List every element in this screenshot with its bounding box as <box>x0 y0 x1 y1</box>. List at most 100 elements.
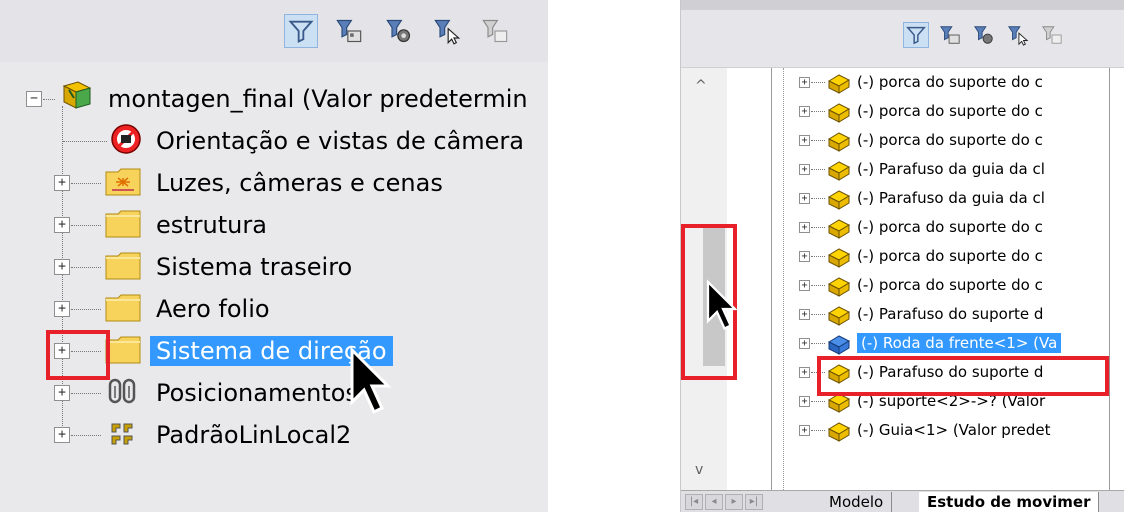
tree-item-label: Orientação e vistas de câmera <box>156 127 525 155</box>
tree-item-label: (-) porca do suporte do c <box>857 276 1043 294</box>
linear-pattern-icon <box>111 423 133 445</box>
expand-toggle[interactable]: + <box>54 217 70 233</box>
expand-toggle[interactable]: + <box>54 301 70 317</box>
expand-toggle[interactable]: + <box>799 367 810 378</box>
filter-toolbar <box>681 0 1124 68</box>
filter-hide-components-icon[interactable] <box>332 14 366 48</box>
part-icon <box>827 103 851 123</box>
filter-options-icon[interactable] <box>1039 22 1065 48</box>
tree-item-label: Luzes, câmeras e cenas <box>156 169 443 197</box>
collapse-toggle[interactable]: − <box>26 91 42 107</box>
part-icon <box>827 132 851 152</box>
part-icon <box>827 161 851 181</box>
filter-selection-icon[interactable] <box>1005 22 1031 48</box>
tab-modelo[interactable]: Modelo <box>821 492 893 512</box>
tree-item-label: (-) porca do suporte do c <box>857 247 1043 265</box>
tab-prev-icon[interactable]: ◂ <box>705 494 723 510</box>
expand-toggle[interactable]: + <box>799 77 810 88</box>
mouse-cursor-icon <box>706 279 738 331</box>
tree-item-sistema-traseiro[interactable]: + Sistema traseiro <box>0 246 548 288</box>
tree-item-part[interactable]: + (-) porca do suporte do c <box>769 126 1109 155</box>
part-icon <box>827 248 851 268</box>
tree-item-part[interactable]: + (-) porca do suporte do c <box>769 97 1109 126</box>
tree-item-label: Posicionamentos <box>156 379 358 407</box>
expand-toggle[interactable]: + <box>799 106 810 117</box>
tree-item-label: montagen_final (Valor predetermin <box>108 85 528 113</box>
expand-toggle[interactable]: + <box>799 338 810 349</box>
expand-toggle[interactable]: + <box>54 385 70 401</box>
tree-item-part[interactable]: + (-) Parafuso do suporte d <box>769 300 1109 329</box>
expand-toggle[interactable]: + <box>799 164 810 175</box>
tab-last-icon[interactable]: ▸| <box>745 494 763 510</box>
filter-hide-components-icon[interactable] <box>937 22 963 48</box>
expand-toggle[interactable]: + <box>799 396 810 407</box>
tree-item-label: (-) porca do suporte do c <box>857 73 1043 91</box>
tree-item-label-selected: (-) Roda da frente<1> (Va <box>857 333 1062 353</box>
expand-toggle[interactable]: + <box>799 222 810 233</box>
part-icon <box>827 277 851 297</box>
tree-item-label: PadrãoLinLocal2 <box>156 421 352 449</box>
tree-item-label: Sistema traseiro <box>156 253 353 281</box>
tree-item-root-assembly[interactable]: − montagen_final (Valor predetermin <box>0 78 548 120</box>
folder-icon <box>105 252 141 280</box>
tree-item-part[interactable]: + (-) Parafuso da guia da cl <box>769 155 1109 184</box>
assembly-icon <box>62 81 92 109</box>
filter-options-icon[interactable] <box>478 14 512 48</box>
folder-icon <box>105 210 141 238</box>
mouse-cursor-icon <box>350 346 392 415</box>
tree-item-part[interactable]: + (-) porca do suporte do c <box>769 213 1109 242</box>
tree-item-aero-folio[interactable]: + Aero folio <box>0 288 548 330</box>
expand-toggle[interactable]: + <box>54 427 70 443</box>
part-icon <box>827 190 851 210</box>
tree-item-label: (-) porca do suporte do c <box>857 102 1043 120</box>
tree-item-padrao-lin-local[interactable]: + PadrãoLinLocal2 <box>0 414 548 456</box>
tree-item-roda-da-frente[interactable]: + (-) Roda da frente<1> (Va <box>769 329 1109 358</box>
filter-icon[interactable] <box>284 14 318 48</box>
tree-item-part[interactable]: + (-) Parafuso da guia da cl <box>769 184 1109 213</box>
expand-toggle[interactable]: + <box>799 280 810 291</box>
filter-features-icon[interactable] <box>382 14 416 48</box>
tree-item-label: (-) porca do suporte do c <box>857 131 1043 149</box>
camera-orientation-icon <box>111 124 141 154</box>
expand-toggle[interactable]: + <box>799 193 810 204</box>
scroll-up-arrow-icon[interactable]: ^ <box>695 78 707 94</box>
tree-item-estrutura[interactable]: + estrutura <box>0 204 548 246</box>
expand-toggle[interactable]: + <box>54 175 70 191</box>
filter-selection-icon[interactable] <box>430 14 464 48</box>
tab-first-icon[interactable]: |◂ <box>685 494 703 510</box>
scroll-down-arrow-icon[interactable]: v <box>695 462 703 478</box>
tree-item-label: (-) Parafuso da guia da cl <box>857 160 1045 178</box>
filter-toolbar <box>0 0 548 62</box>
tree-item-label: (-) porca do suporte do c <box>857 218 1043 236</box>
feature-tree-panel: ^ v + (-) porca do suporte do c + (-) po… <box>680 0 1124 512</box>
expand-toggle[interactable]: + <box>799 135 810 146</box>
tree-item-part[interactable]: + (-) porca do suporte do c <box>769 242 1109 271</box>
filter-icon[interactable] <box>903 22 929 48</box>
tree-item-part[interactable]: + (-) porca do suporte do c <box>769 271 1109 300</box>
expand-toggle[interactable]: + <box>799 425 810 436</box>
tree-item-label: (-) Guia<1> (Valor predet <box>857 421 1051 439</box>
part-icon <box>827 219 851 239</box>
tree-item-camera-orientation[interactable]: Orientação e vistas de câmera <box>0 120 548 162</box>
tree-item-label: estrutura <box>156 211 267 239</box>
tree-item-label: (-) Parafuso da guia da cl <box>857 189 1045 207</box>
highlight-box-expand <box>46 330 110 380</box>
tree-item-part[interactable]: + (-) porca do suporte do c <box>769 68 1109 97</box>
tab-next-icon[interactable]: ▸ <box>725 494 743 510</box>
tree-item-part[interactable]: + (-) Guia<1> (Valor predet <box>769 416 1109 445</box>
feature-tree: + (-) porca do suporte do c + (-) porca … <box>769 68 1109 490</box>
feature-tree-zoomed-panel: − montagen_final (Valor predetermin Orie… <box>0 0 548 512</box>
part-icon <box>827 422 851 442</box>
feature-tree: − montagen_final (Valor predetermin Orie… <box>0 70 548 490</box>
filter-features-icon[interactable] <box>971 22 997 48</box>
part-icon <box>827 74 851 94</box>
expand-toggle[interactable]: + <box>799 251 810 262</box>
part-icon-selected <box>827 335 851 355</box>
tab-estudo-movimento[interactable]: Estudo de movimer <box>919 492 1100 512</box>
expand-toggle[interactable]: + <box>54 259 70 275</box>
expand-toggle[interactable]: + <box>799 309 810 320</box>
tree-item-label: Aero folio <box>156 295 270 323</box>
folder-icon <box>105 294 141 322</box>
lights-folder-icon <box>105 168 141 196</box>
tree-item-lights-cameras[interactable]: + Luzes, câmeras e cenas <box>0 162 548 204</box>
